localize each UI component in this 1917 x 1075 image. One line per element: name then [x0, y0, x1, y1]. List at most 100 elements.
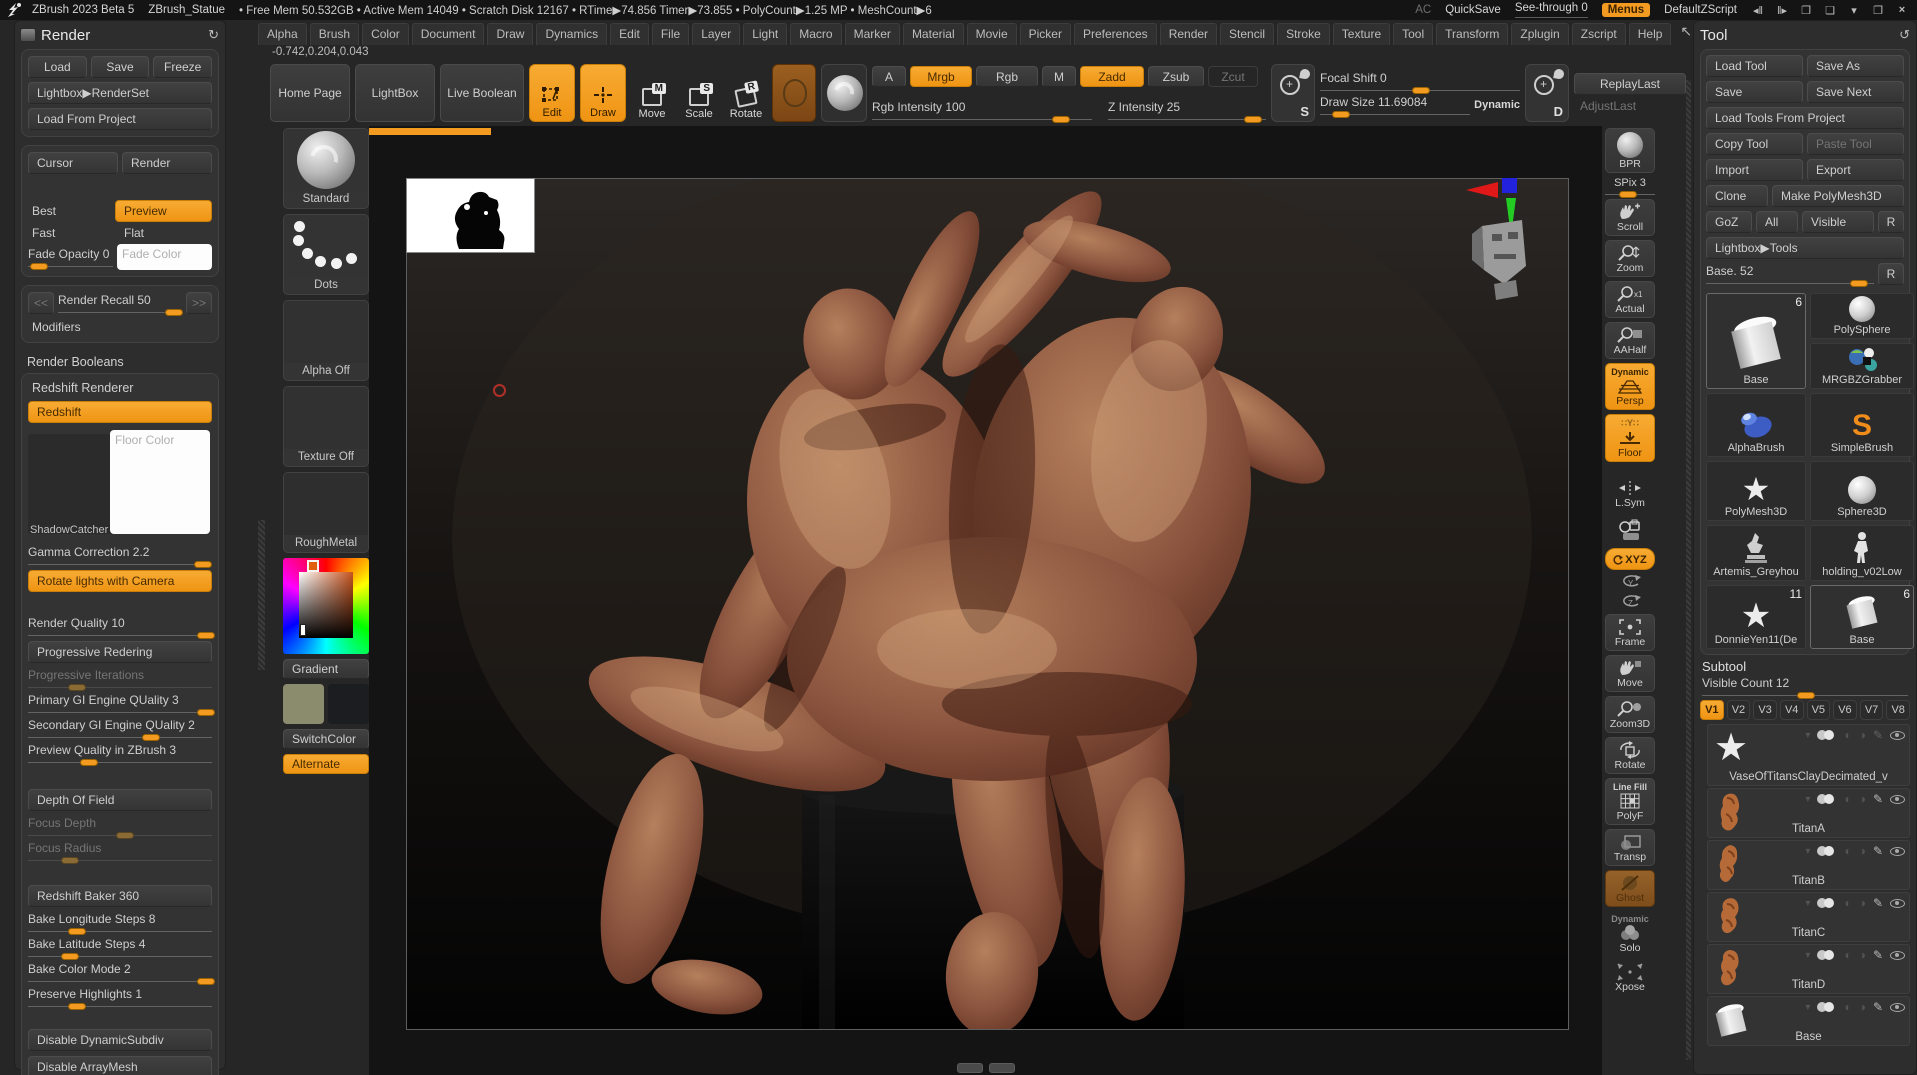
frame-mesh-button[interactable]: Frame: [1605, 614, 1655, 651]
floor-grid-button[interactable]: ∷Y∷ Floor: [1605, 414, 1655, 462]
subtool-row-selected[interactable]: ★ ▾ ◐ ◑ ✎ VaseOfTitansClayDecimated_v: [1707, 724, 1910, 786]
paint-icon[interactable]: ✎: [1873, 1000, 1883, 1014]
export-button[interactable]: Export: [1807, 159, 1904, 181]
see-through-slider[interactable]: See-through 0: [1515, 2, 1588, 18]
local-symmetry-button[interactable]: L.Sym: [1605, 476, 1655, 511]
tool-thumbnail-simplebrush[interactable]: S SimpleBrush: [1810, 393, 1914, 457]
current-texture-button[interactable]: Texture Off: [283, 386, 369, 467]
render-button[interactable]: Render: [122, 152, 212, 174]
rotate3d-button[interactable]: Rotate: [1605, 737, 1655, 774]
scroll-canvas-button[interactable]: Scroll: [1605, 199, 1655, 236]
palette-reset-icon[interactable]: ↻: [208, 27, 219, 43]
render-freeze-button[interactable]: Freeze: [153, 56, 212, 78]
camera-lock-button[interactable]: [1605, 515, 1655, 544]
menu-layer[interactable]: Layer: [692, 23, 740, 45]
visible-count-slider[interactable]: Visible Count 12: [1702, 676, 1908, 696]
dynamic-draw-size-toggle[interactable]: Dynamic: [1474, 99, 1520, 111]
fade-opacity-slider[interactable]: Fade Opacity 0: [28, 247, 113, 267]
rotate-mode-button[interactable]: R Rotate: [725, 64, 767, 122]
goz-r-button[interactable]: R: [1878, 211, 1904, 233]
menu-macro[interactable]: Macro: [790, 23, 841, 45]
secondary-gi-slider[interactable]: Secondary GI Engine QUality 2: [28, 718, 212, 738]
paint-m-button[interactable]: M: [1042, 66, 1076, 87]
paint-icon[interactable]: ✎: [1873, 728, 1883, 742]
preserve-highlights-slider[interactable]: Preserve Highlights 1: [28, 987, 212, 1007]
sculptris-pro-button[interactable]: [772, 64, 816, 122]
menu-movie[interactable]: Movie: [967, 23, 1017, 45]
menu-help[interactable]: Help: [1629, 23, 1672, 45]
focus-depth-slider[interactable]: Focus Depth: [28, 816, 212, 836]
preview-render-button[interactable]: Preview: [115, 200, 212, 222]
focus-radius-slider[interactable]: Focus Radius: [28, 841, 212, 861]
close-button[interactable]: ×: [1895, 4, 1909, 16]
actual-size-button[interactable]: x1 Actual: [1605, 281, 1655, 318]
bake-color-mode-slider[interactable]: Bake Color Mode 2: [28, 962, 212, 982]
subtool-tab-v2[interactable]: V2: [1727, 700, 1751, 720]
gradient-toggle[interactable]: Gradient: [283, 659, 369, 679]
xpose-button[interactable]: Xpose: [1605, 960, 1655, 995]
modifiers-toggle[interactable]: Modifiers: [28, 318, 212, 336]
tool-thumbnail-base2[interactable]: 6 Base: [1810, 585, 1914, 649]
fade-color-box[interactable]: Fade Color: [117, 244, 212, 270]
adjust-last-button[interactable]: AdjustLast: [1574, 99, 1686, 113]
switch-color-button[interactable]: SwitchColor: [283, 729, 369, 749]
goz-button[interactable]: GoZ: [1706, 211, 1752, 233]
layout-next-icon[interactable]: ❏: [1823, 4, 1837, 17]
spix-slider[interactable]: SPix 3: [1605, 177, 1655, 195]
subtool-row-titanb[interactable]: ▾ ◐ ◑ ✎ TitanB: [1707, 840, 1910, 890]
goz-all-button[interactable]: All: [1756, 211, 1798, 233]
redshift-button[interactable]: Redshift: [28, 401, 212, 423]
menu-picker[interactable]: Picker: [1020, 23, 1071, 45]
menu-zplugin[interactable]: Zplugin: [1511, 23, 1568, 45]
color-picker-square[interactable]: [299, 572, 353, 638]
displacement-icon[interactable]: ◑: [1859, 1000, 1866, 1014]
menu-alpha[interactable]: Alpha: [258, 23, 307, 45]
uv-icon[interactable]: ◐: [1844, 728, 1851, 742]
paint-icon[interactable]: ✎: [1873, 792, 1883, 806]
menu-marker[interactable]: Marker: [845, 23, 900, 45]
subtool-row-base[interactable]: ▾ ◐ ◑ ✎ Base: [1707, 996, 1910, 1046]
zoom-canvas-button[interactable]: Zoom: [1605, 240, 1655, 277]
current-material-thumbnail[interactable]: [821, 64, 867, 122]
size-dial-button[interactable]: + S: [1271, 64, 1315, 122]
menus-toggle-button[interactable]: Menus: [1602, 3, 1650, 17]
document-frame[interactable]: [406, 178, 1569, 1030]
tool-thumbnail-alphabrush[interactable]: AlphaBrush: [1706, 393, 1806, 457]
xyz-constraint-button[interactable]: XYZ: [1605, 548, 1655, 570]
solo-button[interactable]: Dynamic Solo: [1605, 911, 1655, 956]
transparency-button[interactable]: Transp: [1605, 829, 1655, 866]
tray-collapse-arrow-icon[interactable]: ↖: [1680, 23, 1692, 45]
replay-last-button[interactable]: ReplayLast: [1574, 73, 1686, 95]
active-tool-thumbnail[interactable]: 6 Base: [1706, 293, 1806, 389]
bottom-tray-handle[interactable]: [989, 1063, 1015, 1073]
displacement-icon[interactable]: ◑: [1859, 728, 1866, 742]
clone-button[interactable]: Clone: [1706, 185, 1768, 207]
shrink-left-icon[interactable]: ◂‖: [1751, 4, 1765, 17]
subtool-tab-v5[interactable]: V5: [1807, 700, 1831, 720]
subtool-tab-v4[interactable]: V4: [1780, 700, 1804, 720]
polypaint-icon[interactable]: [1817, 730, 1837, 740]
visibility-eye-icon[interactable]: [1890, 1003, 1905, 1012]
tool-thumbnail-mrgbzgrabber[interactable]: MRGBZGrabber: [1810, 343, 1914, 389]
bake-latitude-slider[interactable]: Bake Latitude Steps 4: [28, 937, 212, 957]
menu-brush[interactable]: Brush: [310, 23, 359, 45]
floor-color-box[interactable]: Floor Color: [110, 430, 210, 534]
home-page-button[interactable]: Home Page: [270, 64, 350, 122]
save-next-button[interactable]: Save Next: [1807, 81, 1904, 103]
menu-document[interactable]: Document: [412, 23, 485, 45]
subtool-tab-v3[interactable]: V3: [1753, 700, 1777, 720]
menu-color[interactable]: Color: [362, 23, 409, 45]
mrgb-button[interactable]: Mrgb: [910, 66, 972, 87]
make-polymesh3d-button[interactable]: Make PolyMesh3D: [1772, 185, 1904, 207]
draw-mode-button[interactable]: Draw: [580, 64, 626, 122]
progressive-iterations-slider[interactable]: Progressive Iterations: [28, 668, 212, 688]
uv-icon[interactable]: ◐: [1844, 792, 1851, 806]
edit-mode-button[interactable]: Edit: [529, 64, 575, 122]
fold-icon[interactable]: ▾: [1805, 846, 1810, 857]
tool-thumbnail-holding[interactable]: holding_v02Low: [1810, 525, 1914, 581]
subtool-row-titanc[interactable]: ▾ ◐ ◑ ✎ TitanC: [1707, 892, 1910, 942]
paint-icon[interactable]: ✎: [1873, 844, 1883, 858]
save-button[interactable]: Save: [1706, 81, 1803, 103]
current-alpha-button[interactable]: Alpha Off: [283, 300, 369, 381]
spin-z-button[interactable]: Z: [1605, 594, 1655, 610]
